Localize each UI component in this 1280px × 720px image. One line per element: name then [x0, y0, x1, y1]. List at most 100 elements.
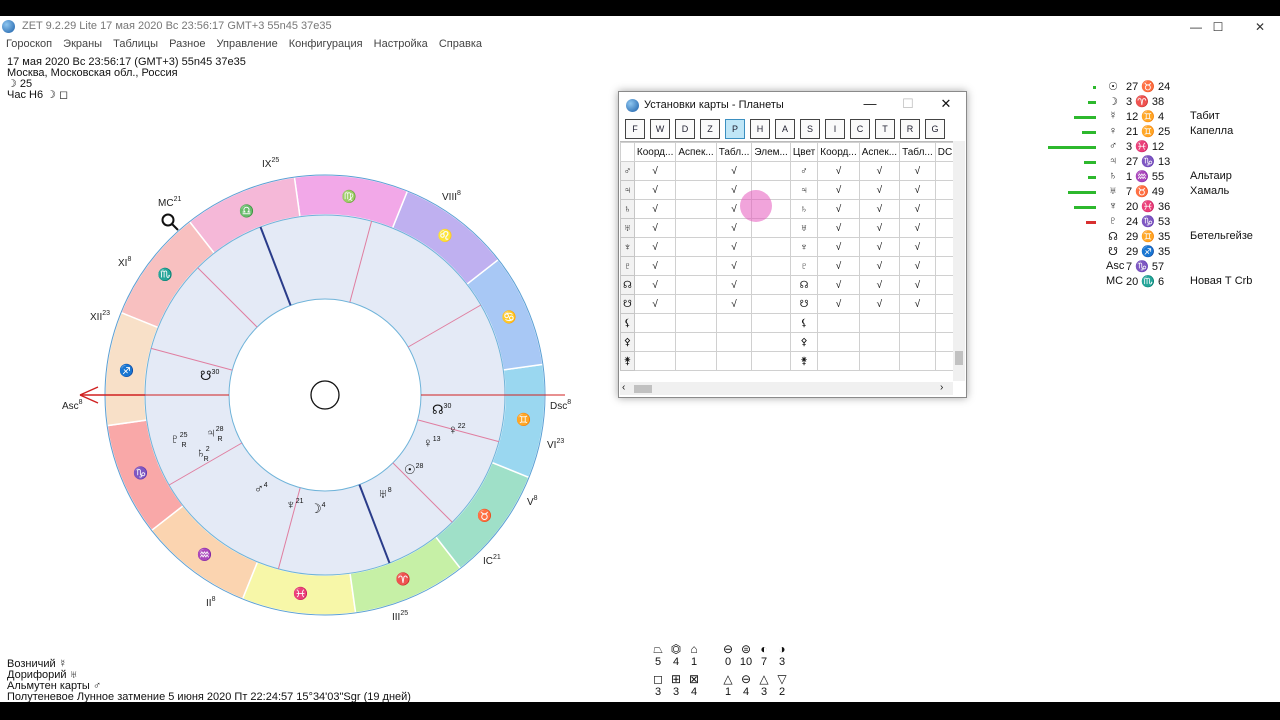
- toolbar-button-r[interactable]: R: [900, 119, 920, 139]
- vertical-scrollbar[interactable]: [953, 141, 965, 381]
- setting-cell[interactable]: [633, 351, 677, 371]
- setting-cell[interactable]: √: [633, 199, 677, 219]
- setting-cell[interactable]: √: [633, 161, 677, 181]
- setting-cell[interactable]: [934, 180, 953, 200]
- row-header-planet[interactable]: ⚸: [620, 313, 635, 333]
- setting-cell[interactable]: √: [899, 161, 936, 181]
- setting-cell[interactable]: √: [858, 161, 901, 181]
- toolbar-button-w[interactable]: W: [650, 119, 670, 139]
- setting-cell[interactable]: √: [715, 218, 753, 238]
- setting-cell[interactable]: √: [817, 294, 860, 314]
- column-header[interactable]: Элем...: [751, 142, 791, 162]
- close-button[interactable]: ✕: [1240, 18, 1280, 36]
- setting-cell[interactable]: [934, 218, 953, 238]
- menu-horoscope[interactable]: Гороскоп: [6, 38, 52, 50]
- menu-configuration[interactable]: Конфигурация: [289, 38, 363, 50]
- setting-cell[interactable]: √: [633, 180, 677, 200]
- setting-cell[interactable]: √: [817, 275, 860, 295]
- setting-cell[interactable]: ☋: [789, 294, 819, 314]
- toolbar-button-p[interactable]: P: [725, 119, 745, 139]
- setting-cell[interactable]: ♄: [789, 199, 819, 219]
- setting-cell[interactable]: ⚸: [789, 313, 819, 333]
- setting-cell[interactable]: [751, 161, 791, 181]
- row-header-planet[interactable]: ♆: [620, 237, 635, 257]
- setting-cell[interactable]: √: [633, 218, 677, 238]
- setting-cell[interactable]: √: [633, 256, 677, 276]
- setting-cell[interactable]: [934, 275, 953, 295]
- setting-cell[interactable]: [715, 351, 753, 371]
- setting-cell[interactable]: √: [817, 161, 860, 181]
- setting-cell[interactable]: √: [817, 256, 860, 276]
- row-header-planet[interactable]: ⚴: [620, 332, 635, 352]
- setting-cell[interactable]: [633, 313, 677, 333]
- setting-cell[interactable]: [675, 180, 717, 200]
- setting-cell[interactable]: ☊: [789, 275, 819, 295]
- toolbar-button-t[interactable]: T: [875, 119, 895, 139]
- setting-cell[interactable]: √: [715, 275, 753, 295]
- setting-cell[interactable]: [934, 256, 953, 276]
- horizontal-scrollbar[interactable]: ‹ ›: [620, 382, 953, 395]
- setting-cell[interactable]: √: [858, 256, 901, 276]
- setting-cell[interactable]: [675, 275, 717, 295]
- setting-cell[interactable]: [899, 351, 936, 371]
- setting-cell[interactable]: [751, 351, 791, 371]
- setting-cell[interactable]: √: [899, 218, 936, 238]
- setting-cell[interactable]: [817, 332, 860, 352]
- setting-cell[interactable]: [934, 351, 953, 371]
- setting-cell[interactable]: √: [899, 275, 936, 295]
- row-header-planet[interactable]: ⚵: [620, 351, 635, 371]
- setting-cell[interactable]: [934, 294, 953, 314]
- setting-cell[interactable]: [675, 218, 717, 238]
- setting-cell[interactable]: ⚴: [789, 332, 819, 352]
- menu-settings[interactable]: Настройка: [374, 38, 428, 50]
- setting-cell[interactable]: ♂: [789, 161, 819, 181]
- toolbar-button-h[interactable]: H: [750, 119, 770, 139]
- toolbar-button-s[interactable]: S: [800, 119, 820, 139]
- setting-cell[interactable]: [751, 332, 791, 352]
- setting-cell[interactable]: √: [858, 199, 901, 219]
- setting-cell[interactable]: √: [633, 237, 677, 257]
- column-header[interactable]: Табл...: [715, 142, 753, 162]
- setting-cell[interactable]: [899, 313, 936, 333]
- menu-misc[interactable]: Разное: [169, 38, 205, 50]
- setting-cell[interactable]: √: [715, 161, 753, 181]
- setting-cell[interactable]: [675, 313, 717, 333]
- maximize-button[interactable]: ☐: [1198, 18, 1238, 36]
- setting-cell[interactable]: √: [715, 237, 753, 257]
- row-header-planet[interactable]: ♇: [620, 256, 635, 276]
- horoscope-wheel[interactable]: ♑ ♒ ♓ ♈ ♉ ♊ ♋ ♌ ♍ ♎ ♏ ♐ Asc8 II8 III25 IC21 V8 VI23 Dsc8 V…: [0, 116, 620, 636]
- row-header-planet[interactable]: ☊: [620, 275, 635, 295]
- menu-help[interactable]: Справка: [439, 38, 482, 50]
- setting-cell[interactable]: [675, 332, 717, 352]
- toolbar-button-z[interactable]: Z: [700, 119, 720, 139]
- setting-cell[interactable]: [715, 332, 753, 352]
- column-header[interactable]: Коорд...: [633, 142, 677, 162]
- setting-cell[interactable]: [715, 313, 753, 333]
- setting-cell[interactable]: [675, 237, 717, 257]
- row-header-planet[interactable]: ♂: [620, 161, 635, 181]
- row-header-planet[interactable]: ♅: [620, 218, 635, 238]
- toolbar-button-d[interactable]: D: [675, 119, 695, 139]
- toolbar-button-c[interactable]: C: [850, 119, 870, 139]
- toolbar-button-i[interactable]: I: [825, 119, 845, 139]
- setting-cell[interactable]: √: [715, 294, 753, 314]
- setting-cell[interactable]: √: [899, 237, 936, 257]
- setting-cell[interactable]: √: [817, 218, 860, 238]
- column-header[interactable]: DC: [934, 142, 953, 162]
- setting-cell[interactable]: ♇: [789, 256, 819, 276]
- setting-cell[interactable]: [934, 332, 953, 352]
- setting-cell[interactable]: √: [858, 237, 901, 257]
- setting-cell[interactable]: ⚵: [789, 351, 819, 371]
- setting-cell[interactable]: √: [858, 180, 901, 200]
- setting-cell[interactable]: √: [715, 256, 753, 276]
- setting-cell[interactable]: √: [858, 294, 901, 314]
- dialog-close-button[interactable]: ✕: [931, 96, 961, 112]
- menu-screens[interactable]: Экраны: [63, 38, 102, 50]
- setting-cell[interactable]: √: [899, 256, 936, 276]
- setting-cell[interactable]: [751, 256, 791, 276]
- row-header-planet[interactable]: ☋: [620, 294, 635, 314]
- setting-cell[interactable]: [675, 199, 717, 219]
- setting-cell[interactable]: ♃: [789, 180, 819, 200]
- setting-cell[interactable]: √: [633, 275, 677, 295]
- dialog-minimize-button[interactable]: —: [855, 96, 885, 111]
